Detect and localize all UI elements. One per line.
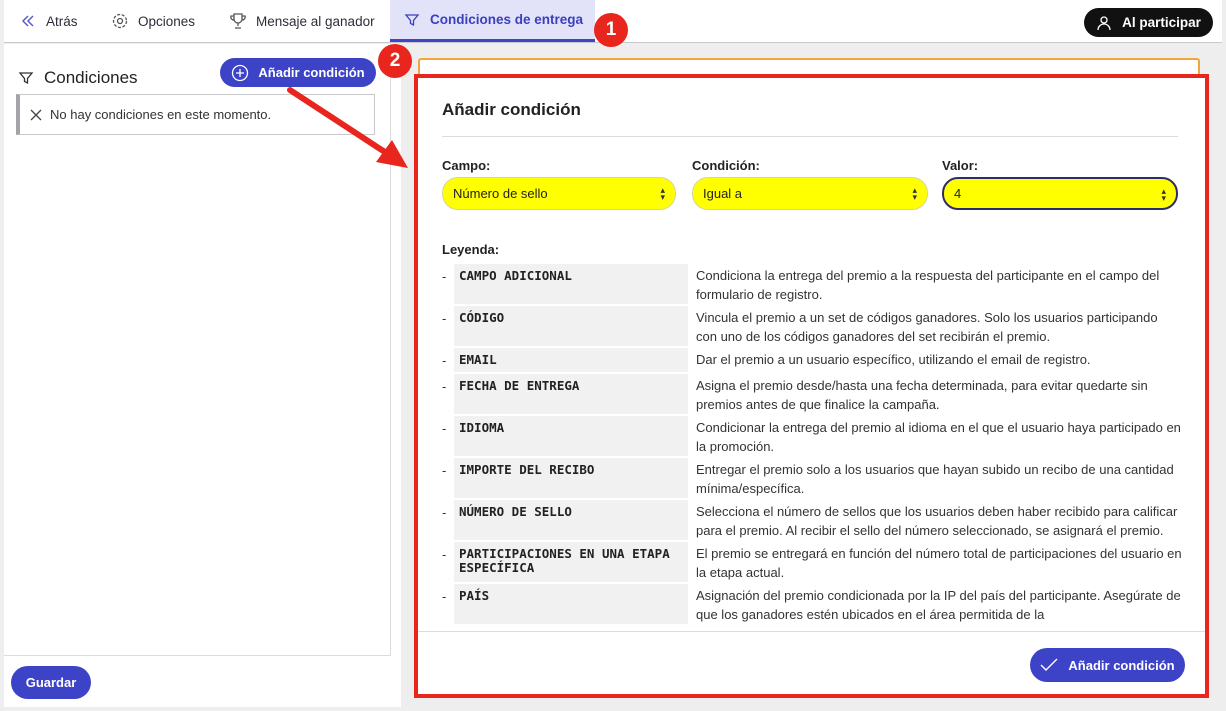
- chevrons-left-icon: [18, 11, 38, 31]
- tab-winner-message[interactable]: Mensaje al ganador: [228, 0, 375, 42]
- condition-label: Condición:: [692, 158, 760, 173]
- trophy-icon: [228, 11, 248, 31]
- legend-description: El premio se entregará en función del nú…: [696, 546, 1182, 580]
- modal-title: Añadir condición: [442, 100, 581, 119]
- legend-item: - PAÍS Asignación del premio condicionad…: [442, 584, 1182, 624]
- gear-icon: [110, 11, 130, 31]
- legend-description: Condiciona la entrega del premio a la re…: [696, 268, 1160, 302]
- conditions-panel: Condiciones Añadir condición No hay cond…: [4, 44, 401, 707]
- modal-divider: [442, 136, 1178, 137]
- filter-icon: [18, 70, 34, 86]
- annotation-badge-1: 1: [594, 13, 628, 47]
- add-condition-label: Añadir condición: [258, 65, 365, 80]
- legend-description: Dar el premio a un usuario específico, u…: [696, 352, 1091, 367]
- submit-condition-button[interactable]: Añadir condición: [1030, 648, 1185, 682]
- select-arrows-icon: ▴ ▾: [1161, 186, 1166, 203]
- legend-item: - IMPORTE DEL RECIBO Entregar el premio …: [442, 458, 1182, 498]
- condition-select[interactable]: Igual a ▴ ▾: [692, 177, 928, 210]
- legend-key: FECHA DE ENTREGA: [454, 374, 688, 414]
- legend-item: - CAMPO ADICIONAL Condiciona la entrega …: [442, 264, 1182, 304]
- legend-description: Entregar el premio solo a los usuarios q…: [696, 462, 1174, 496]
- field-label: Campo:: [442, 158, 491, 173]
- tab-delivery-conditions[interactable]: Condiciones de entrega: [390, 0, 595, 42]
- panel-divider: [390, 44, 391, 656]
- legend-key: CÓDIGO: [454, 306, 688, 346]
- checkmark-icon: [1040, 658, 1058, 672]
- legend-description: Selecciona el número de sellos que los u…: [696, 504, 1178, 538]
- plus-circle-icon: [231, 64, 249, 82]
- user-icon: [1096, 15, 1112, 31]
- submit-condition-label: Añadir condición: [1068, 657, 1175, 673]
- legend-label: Leyenda:: [442, 242, 500, 257]
- legend-item: - PARTICIPACIONES EN UNA ETAPA ESPECÍFIC…: [442, 542, 1182, 582]
- legend-key: PARTICIPACIONES EN UNA ETAPA ESPECÍFICA: [454, 542, 688, 582]
- legend-description: Condicionar la entrega del premio al idi…: [696, 420, 1181, 454]
- value-select[interactable]: 4 ▴ ▾: [942, 177, 1178, 210]
- close-icon: [30, 109, 42, 121]
- modal-footer-divider: [418, 631, 1205, 632]
- legend-item: - FECHA DE ENTREGA Asigna el premio desd…: [442, 374, 1182, 414]
- value-select-value: 4: [954, 186, 962, 201]
- annotation-badge-2: 2: [378, 44, 412, 78]
- footer-divider: [4, 655, 391, 656]
- legend-key: EMAIL: [454, 348, 688, 372]
- tab-winner-message-label: Mensaje al ganador: [256, 13, 375, 29]
- participate-button[interactable]: Al participar: [1084, 8, 1213, 37]
- field-select-value: Número de sello: [453, 186, 548, 201]
- empty-conditions-message: No hay condiciones en este momento.: [16, 94, 375, 135]
- empty-conditions-text: No hay condiciones en este momento.: [50, 107, 272, 122]
- conditions-title-label: Condiciones: [44, 68, 138, 87]
- tab-back-label: Atrás: [46, 13, 78, 29]
- add-condition-modal: Añadir condición Campo: Condición: Valor…: [414, 74, 1209, 698]
- field-select[interactable]: Número de sello ▴ ▾: [442, 177, 676, 210]
- tab-delivery-conditions-label: Condiciones de entrega: [429, 12, 584, 27]
- legend-item: - CÓDIGO Vincula el premio a un set de c…: [442, 306, 1182, 346]
- value-label: Valor:: [942, 158, 979, 173]
- legend-key: IDIOMA: [454, 416, 688, 456]
- legend-description: Asigna el premio desde/hasta una fecha d…: [696, 378, 1148, 412]
- legend-key: PAÍS: [454, 584, 688, 624]
- legend-item: - NÚMERO DE SELLO Selecciona el número d…: [442, 500, 1182, 540]
- legend-description: Asignación del premio condicionada por l…: [696, 588, 1181, 622]
- select-arrows-icon: ▴ ▾: [912, 185, 917, 202]
- conditions-title: Condiciones: [18, 68, 138, 88]
- tab-options[interactable]: Opciones: [110, 0, 195, 42]
- legend-key: NÚMERO DE SELLO: [454, 500, 688, 540]
- condition-select-value: Igual a: [703, 186, 743, 201]
- legend-description: Vincula el premio a un set de códigos ga…: [696, 310, 1158, 344]
- tab-options-label: Opciones: [138, 13, 196, 29]
- legend-key: IMPORTE DEL RECIBO: [454, 458, 688, 498]
- legend-item: - EMAIL Dar el premio a un usuario espec…: [442, 348, 1182, 372]
- save-button[interactable]: Guardar: [11, 666, 91, 699]
- tab-back[interactable]: Atrás: [18, 0, 78, 42]
- filter-icon: [402, 10, 422, 30]
- participate-label: Al participar: [1122, 15, 1201, 30]
- add-condition-button[interactable]: Añadir condición: [220, 58, 376, 87]
- select-arrows-icon: ▴ ▾: [660, 185, 665, 202]
- legend-key: CAMPO ADICIONAL: [454, 264, 688, 304]
- legend-list[interactable]: - CAMPO ADICIONAL Condiciona la entrega …: [442, 264, 1182, 630]
- legend-item: - IDIOMA Condicionar la entrega del prem…: [442, 416, 1182, 456]
